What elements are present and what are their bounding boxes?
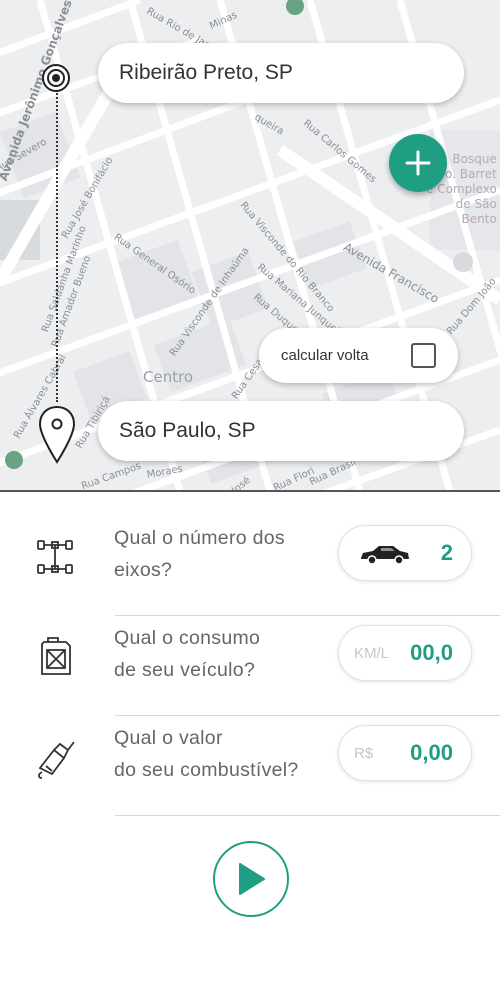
- divider: [115, 815, 500, 816]
- map-view[interactable]: Avenida Jerônimo Gonçalves Rua Saldanha …: [0, 0, 500, 492]
- return-trip-label: calcular volta: [281, 347, 369, 364]
- consumption-question: Qual o consumo de seu veículo?: [114, 627, 261, 681]
- axles-icon: [37, 540, 73, 574]
- fuel-nozzle-icon: [38, 741, 75, 779]
- consumption-value: 00,0: [410, 640, 453, 665]
- consumption-row: Qual o consumo de seu veículo? KM/L 00,0: [0, 606, 500, 716]
- fuel-price-input[interactable]: R$ 0,00: [338, 725, 472, 781]
- axles-value: 2: [440, 540, 453, 565]
- axles-selector[interactable]: 2: [338, 525, 472, 581]
- axles-row: Qual o número dos eixos? 2: [0, 506, 500, 616]
- car-icon: [361, 546, 409, 565]
- fuel-price-question: Qual o valor do seu combustível?: [114, 727, 299, 781]
- destination-text: São Paulo, SP: [119, 419, 256, 442]
- consumption-input[interactable]: KM/L 00,0: [338, 625, 472, 681]
- map-pin-icon: [38, 405, 76, 464]
- route-line: [56, 90, 58, 402]
- district-label: Centro: [143, 368, 194, 386]
- origin-text: Ribeirão Preto, SP: [119, 61, 293, 84]
- return-trip-checkbox[interactable]: [411, 343, 436, 368]
- consumption-unit: KM/L: [354, 645, 390, 662]
- play-icon: [239, 863, 265, 895]
- destination-input[interactable]: São Paulo, SP: [98, 401, 464, 461]
- plus-icon: [405, 150, 431, 176]
- add-stop-button[interactable]: [389, 134, 447, 192]
- fuel-can-icon: [41, 637, 71, 675]
- origin-input[interactable]: Ribeirão Preto, SP: [98, 43, 464, 103]
- axles-question: Qual o número dos eixos?: [114, 527, 285, 581]
- origin-target-icon: [42, 64, 70, 92]
- calculate-button[interactable]: [213, 841, 289, 917]
- fuel-price-unit: R$: [354, 745, 374, 762]
- fuel-price-value: 0,00: [410, 740, 453, 765]
- return-trip-toggle[interactable]: calcular volta: [259, 328, 458, 383]
- fuel-price-row: Qual o valor do seu combustível? R$ 0,00: [0, 706, 500, 816]
